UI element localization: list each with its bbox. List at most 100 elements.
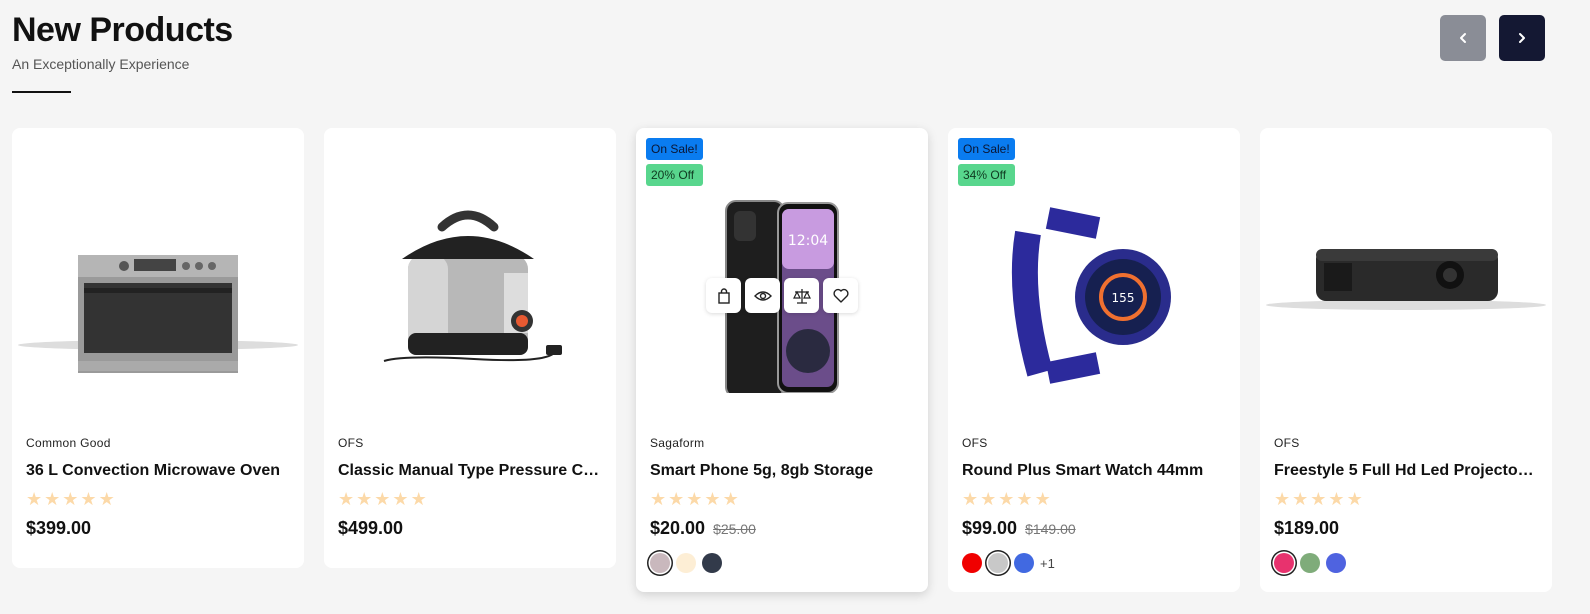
price-row: $499.00 <box>338 518 602 539</box>
product-name[interactable]: Round Plus Smart Watch 44mm <box>962 462 1226 480</box>
product-badges: On Sale! 20% Off <box>646 138 703 186</box>
product-brand: Sagaform <box>650 436 705 450</box>
wishlist-button[interactable] <box>823 278 858 313</box>
product-info: Sagaform Smart Phone 5g, 8gb Storage ★ ★ ★… <box>650 436 914 573</box>
product-image-pressure-cooker[interactable] <box>324 148 616 418</box>
page-subtitle: An Exceptionally Experience <box>12 56 190 72</box>
color-swatch[interactable] <box>1274 553 1294 573</box>
sale-badge: On Sale! <box>646 138 703 160</box>
rating-stars: ★ ★ ★ ★ ★ <box>962 490 1226 508</box>
add-to-cart-button[interactable] <box>706 278 741 313</box>
product-image-microwave-oven[interactable] <box>12 148 304 418</box>
product-info: OFS Classic Manual Type Pressure Coo... … <box>338 436 602 539</box>
star-icon: ★ <box>1274 489 1291 509</box>
color-swatch[interactable] <box>1300 553 1320 573</box>
color-swatch[interactable] <box>650 553 670 573</box>
product-badges: On Sale! 34% Off <box>958 138 1015 186</box>
product-name[interactable]: Freestyle 5 Full Hd Led Projector - ... <box>1274 462 1538 480</box>
next-button[interactable] <box>1499 15 1545 61</box>
color-swatch[interactable] <box>702 553 722 573</box>
price-row: $189.00 <box>1274 518 1538 539</box>
product-info: OFS Freestyle 5 Full Hd Led Projector - … <box>1274 436 1538 573</box>
star-icon: ★ <box>668 489 685 509</box>
svg-text:155: 155 <box>1112 291 1135 305</box>
section-header: New Products An Exceptionally Experience <box>12 8 233 93</box>
original-price: $149.00 <box>1025 521 1076 537</box>
star-icon: ★ <box>704 489 721 509</box>
svg-text:12:04: 12:04 <box>788 233 828 249</box>
color-swatch[interactable] <box>1326 553 1346 573</box>
product-brand: Common Good <box>26 436 111 450</box>
product-price: $189.00 <box>1274 518 1340 538</box>
product-name[interactable]: Classic Manual Type Pressure Coo... <box>338 462 602 480</box>
product-name[interactable]: 36 L Convection Microwave Oven <box>26 462 290 480</box>
star-icon: ★ <box>1328 489 1345 509</box>
star-icon: ★ <box>338 489 355 509</box>
color-swatch[interactable] <box>676 553 696 573</box>
discount-badge: 34% Off <box>958 164 1015 186</box>
product-info: OFS Round Plus Smart Watch 44mm ★ ★ ★ ★ ★ $9… <box>962 436 1226 573</box>
color-swatch[interactable] <box>1014 553 1034 573</box>
product-image-smart-watch[interactable]: 155 <box>948 148 1240 418</box>
product-price: $399.00 <box>26 518 92 538</box>
star-icon: ★ <box>98 489 115 509</box>
star-icon: ★ <box>392 489 409 509</box>
more-colors-count[interactable]: +1 <box>1040 556 1055 571</box>
star-icon: ★ <box>374 489 391 509</box>
star-icon: ★ <box>1034 489 1051 509</box>
color-swatch[interactable] <box>962 553 982 573</box>
color-swatches <box>650 553 914 573</box>
product-brand: OFS <box>1274 436 1300 450</box>
star-icon: ★ <box>980 489 997 509</box>
price-row: $99.00 $149.00 <box>962 518 1226 539</box>
star-icon: ★ <box>686 489 703 509</box>
product-card[interactable]: On Sale! 20% Off 12:04 Sagaform Smart Ph… <box>636 128 928 592</box>
star-icon: ★ <box>26 489 43 509</box>
star-icon: ★ <box>1016 489 1033 509</box>
color-swatches: +1 <box>962 553 1226 573</box>
color-swatches <box>1274 553 1538 573</box>
star-icon: ★ <box>44 489 61 509</box>
product-card[interactable]: Common Good 36 L Convection Microwave Ov… <box>12 128 304 568</box>
product-image-projector[interactable] <box>1260 148 1552 418</box>
carousel-nav <box>1440 15 1545 61</box>
page-title: New Products <box>12 11 233 49</box>
product-price: $20.00 <box>650 518 706 538</box>
quick-view-button[interactable] <box>745 278 780 313</box>
star-icon: ★ <box>722 489 739 509</box>
product-card[interactable]: OFS Classic Manual Type Pressure Coo... … <box>324 128 616 568</box>
eye-icon <box>753 290 772 301</box>
star-icon: ★ <box>62 489 79 509</box>
sale-badge: On Sale! <box>958 138 1015 160</box>
product-price: $99.00 <box>962 518 1018 538</box>
product-price: $499.00 <box>338 518 404 538</box>
star-icon: ★ <box>998 489 1015 509</box>
product-name[interactable]: Smart Phone 5g, 8gb Storage <box>650 462 914 480</box>
star-icon: ★ <box>650 489 667 509</box>
heart-icon <box>832 288 849 303</box>
hover-actions <box>636 278 928 313</box>
rating-stars: ★ ★ ★ ★ ★ <box>338 490 602 508</box>
product-card[interactable]: On Sale! 34% Off 155 OFS Round Plus Smar… <box>948 128 1240 592</box>
star-icon: ★ <box>410 489 427 509</box>
rating-stars: ★ ★ ★ ★ ★ <box>26 490 290 508</box>
product-brand: OFS <box>338 436 364 450</box>
price-row: $20.00 $25.00 <box>650 518 914 539</box>
title-underline <box>12 91 71 93</box>
compare-button[interactable] <box>784 278 819 313</box>
original-price: $25.00 <box>713 521 756 537</box>
product-brand: OFS <box>962 436 988 450</box>
star-icon: ★ <box>356 489 373 509</box>
product-card[interactable]: OFS Freestyle 5 Full Hd Led Projector - … <box>1260 128 1552 592</box>
star-icon: ★ <box>962 489 979 509</box>
rating-stars: ★ ★ ★ ★ ★ <box>650 490 914 508</box>
product-carousel: Common Good 36 L Convection Microwave Ov… <box>12 128 1552 592</box>
color-swatch[interactable] <box>988 553 1008 573</box>
star-icon: ★ <box>1292 489 1309 509</box>
prev-button[interactable] <box>1440 15 1486 61</box>
star-icon: ★ <box>80 489 97 509</box>
product-info: Common Good 36 L Convection Microwave Ov… <box>26 436 290 539</box>
chevron-left-icon <box>1460 33 1466 43</box>
shopping-bag-icon <box>717 287 730 304</box>
price-row: $399.00 <box>26 518 290 539</box>
